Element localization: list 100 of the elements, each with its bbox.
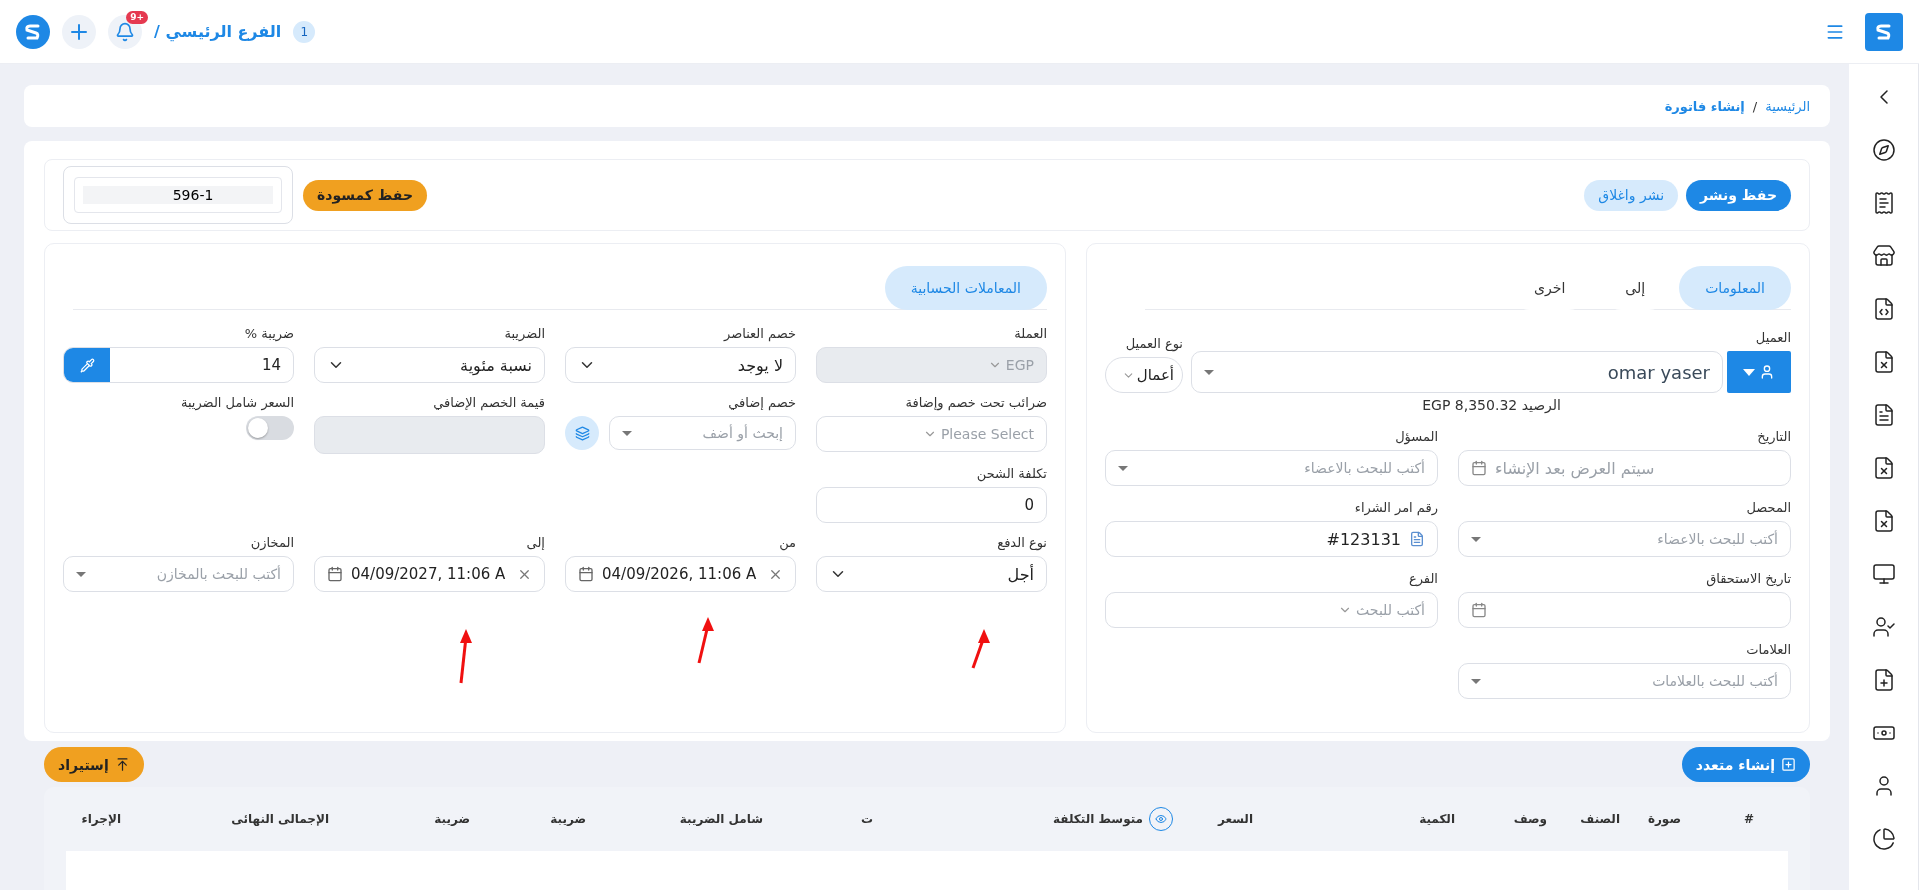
field-label: المسؤل — [1394, 429, 1438, 444]
notification-badge: +9 — [126, 10, 148, 24]
field-value: #123131 — [1326, 529, 1401, 549]
customer-type-select[interactable]: أعمال — [1105, 357, 1183, 393]
calendar-icon — [1471, 460, 1487, 476]
datetime-field[interactable]: 04/09/2027, 11:06 A — [314, 556, 545, 592]
field-label: خصم العناصر — [722, 326, 796, 341]
caret-icon — [1471, 678, 1481, 684]
customer-button[interactable] — [1727, 351, 1791, 393]
caret-icon — [1471, 536, 1481, 542]
field-label: رقم امر الشراء — [1353, 500, 1438, 515]
eyedropper-icon — [79, 357, 95, 373]
select-field[interactable]: أكتب للبحث بالاعضاء — [1458, 521, 1791, 557]
column-header: السعر — [1216, 812, 1254, 826]
field-label: الضريبة — [503, 326, 545, 341]
field-label: نوع الدفع — [996, 535, 1047, 550]
create-multiple-button[interactable]: إنشاء متعدد — [1681, 747, 1810, 782]
column-header: الإجمالى النهائى — [230, 812, 330, 826]
dropdown-field[interactable]: لا يوجد — [565, 347, 796, 383]
field-label: المحصل — [1745, 500, 1791, 515]
field-value: 0 — [1024, 496, 1034, 514]
field-value: 14 — [261, 356, 281, 374]
dropdown-field[interactable]: أجل — [816, 556, 1047, 592]
field-value: 04/09/2027, 11:06 A — [351, 565, 507, 583]
logo[interactable] — [16, 14, 50, 49]
breadcrumb-separator: / — [1752, 98, 1758, 114]
dropdown-field[interactable]: نسبة مئوية — [314, 347, 545, 383]
invoice-number-field[interactable]: 596-1 — [74, 177, 282, 213]
breadcrumb-link[interactable]: إنشاء فاتورة — [1664, 98, 1745, 114]
list-button[interactable] — [565, 416, 599, 450]
select-field[interactable]: أكتب للبحث — [1105, 592, 1438, 628]
breadcrumb-link[interactable]: الرئيسية — [1765, 98, 1810, 114]
field-label: التاريخ — [1756, 429, 1791, 444]
eyedropper-button[interactable] — [64, 348, 110, 382]
logo[interactable] — [1865, 12, 1903, 51]
column-header: صورة — [1646, 812, 1682, 826]
monitor-icon[interactable] — [1871, 562, 1896, 586]
date-field[interactable]: سيتم العرض بعد الإنشاء — [1458, 450, 1791, 486]
caret-icon — [622, 430, 632, 436]
user-badge-icon[interactable] — [1871, 615, 1896, 639]
field-value: لا يوجد — [737, 355, 783, 375]
add-square-icon — [1781, 757, 1796, 772]
notifications-button[interactable] — [108, 14, 142, 49]
calendar-icon — [1471, 602, 1487, 618]
datetime-field[interactable]: 04/09/2026, 11:06 A — [565, 556, 796, 592]
field-placeholder: سيتم العرض بعد الإنشاء — [1495, 458, 1655, 478]
annotation-arrow — [697, 617, 714, 664]
field-label: الفرع — [1407, 571, 1438, 586]
field-value: أعمال — [1136, 366, 1174, 384]
annotation-arrow — [459, 629, 472, 684]
field-label: العلامات — [1745, 642, 1791, 657]
field-placeholder: أكتب للبحث — [1356, 602, 1425, 618]
select-field[interactable]: أكتب للبحث بالعلامات — [1458, 663, 1791, 699]
tax-rate-field[interactable]: 14 — [63, 347, 294, 383]
field-label: العميل — [1754, 330, 1791, 345]
select-field[interactable]: أكتب للبحث بالاعضاء — [1105, 450, 1438, 486]
toggle-switch[interactable] — [246, 416, 294, 440]
calendar-icon — [327, 566, 343, 582]
column-header: # — [1742, 812, 1755, 826]
caret-icon — [1204, 369, 1214, 375]
column-header: الإجراء — [80, 812, 122, 826]
import-button[interactable]: إستيراد — [44, 747, 144, 782]
column-header: الصنف — [1579, 812, 1621, 826]
branch-name[interactable]: الفرع الرئيسي / — [154, 22, 282, 41]
field-value: 04/09/2026, 11:06 A — [602, 565, 758, 583]
user-icon — [1759, 364, 1775, 380]
column-header: شامل الضريبة — [678, 812, 764, 826]
save-draft-button[interactable]: حفظ كمسودة — [303, 179, 428, 211]
add-button[interactable] — [62, 14, 96, 49]
input-field[interactable]: #123131 — [1105, 521, 1438, 557]
field-value: أجل — [1007, 564, 1034, 584]
pie-chart-icon[interactable] — [1871, 827, 1896, 851]
field-value: omar yaser — [1607, 361, 1710, 383]
field-label: إلى — [525, 535, 545, 550]
field-label: من — [778, 535, 796, 550]
save-publish-button[interactable]: حفظ ونشر — [1686, 179, 1791, 211]
select-field[interactable]: Please Select — [816, 416, 1047, 452]
store-icon[interactable] — [1871, 244, 1896, 268]
publish-close-button[interactable]: نشر واغلاق — [1584, 179, 1679, 211]
field-placeholder: أكتب للبحث بالعلامات — [1652, 673, 1778, 689]
bell-icon — [115, 21, 135, 42]
compass-icon[interactable] — [1871, 138, 1896, 162]
customer-select[interactable]: omar yaser — [1191, 351, 1723, 393]
annotation-arrow — [971, 629, 990, 669]
tab[interactable]: المعاملات الحسابية — [884, 266, 1047, 310]
tab[interactable]: المعلومات — [1679, 266, 1791, 310]
field-placeholder: أكتب للبحث بالاعضاء — [1657, 531, 1778, 547]
caret-icon — [76, 571, 86, 577]
field-label: ضريبة % — [243, 326, 294, 341]
column-header: الكمية — [1418, 812, 1456, 826]
field-label: العملة — [1013, 326, 1047, 341]
input-field[interactable]: 0 — [816, 487, 1047, 523]
field-placeholder: أكتب للبحث بالاعضاء — [1304, 460, 1425, 476]
field-value: EGP — [1005, 357, 1034, 373]
field-label: نوع العميل — [1124, 336, 1183, 351]
column-header: ضريبة — [433, 812, 471, 826]
calendar-icon — [578, 566, 594, 582]
select-field[interactable]: إبحث أو أضف — [609, 416, 796, 450]
select-field[interactable]: أكتب للبحث بالمخازن — [63, 556, 294, 592]
date-field[interactable] — [1458, 592, 1791, 628]
